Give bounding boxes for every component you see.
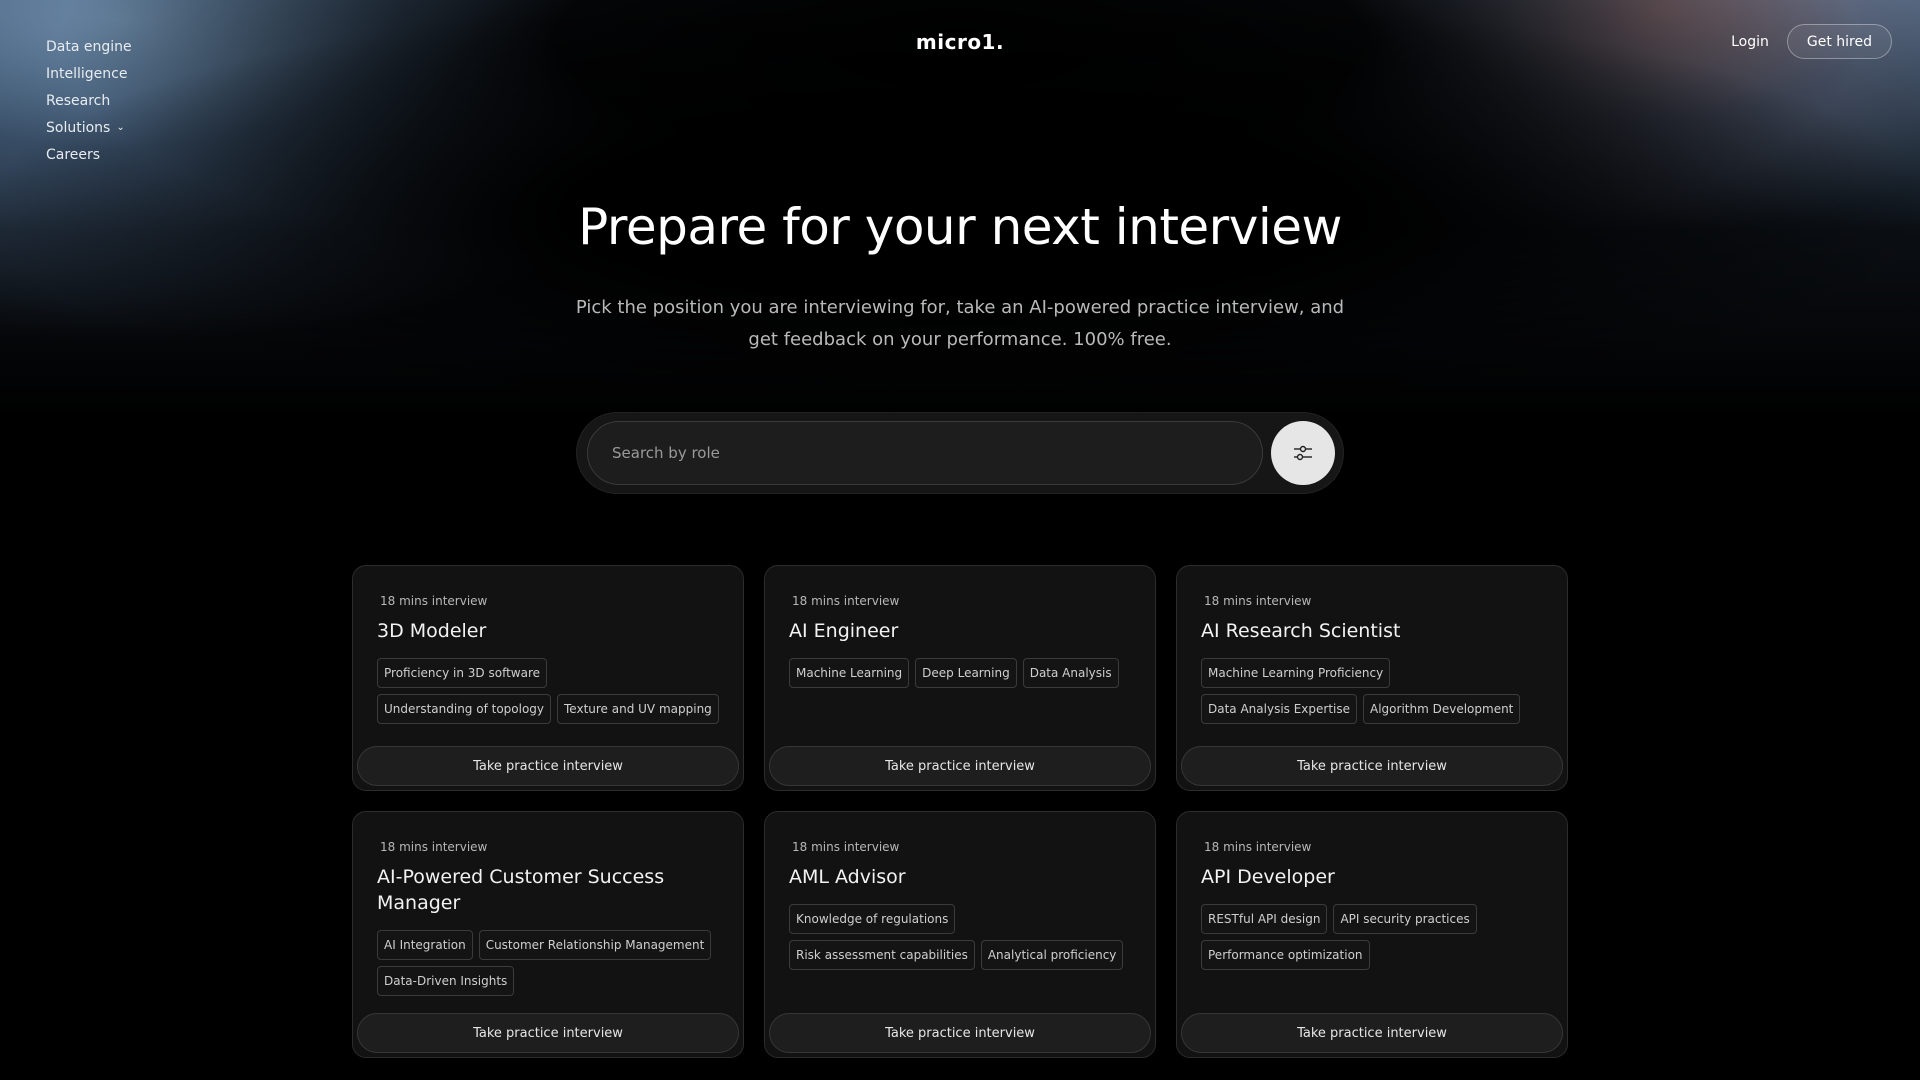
sliders-icon — [1294, 445, 1312, 461]
skill-tags: AI Integration Customer Relationship Man… — [377, 930, 727, 996]
skill-tag: Understanding of topology — [377, 694, 552, 724]
page-subtitle: Pick the position you are interviewing f… — [560, 292, 1360, 356]
chevron-down-icon: ⌄ — [116, 122, 125, 133]
interview-duration: 18 mins interview — [792, 840, 900, 854]
role-title: AI Research Scientist — [1201, 620, 1401, 642]
role-card-aml-advisor[interactable]: 18 mins interview AML Advisor Knowledge … — [764, 811, 1156, 1058]
skill-tag: Texture and UV mapping — [557, 694, 719, 724]
logo[interactable]: micro1. — [0, 30, 1920, 54]
skill-tags: RESTful API design API security practice… — [1201, 904, 1551, 970]
skill-tag: Customer Relationship Management — [478, 930, 712, 960]
role-card-ai-research-scientist[interactable]: 18 mins interview AI Research Scientist … — [1176, 565, 1568, 791]
role-title: API Developer — [1201, 866, 1335, 888]
search-bar — [576, 412, 1344, 494]
skill-tag: Machine Learning — [789, 658, 910, 688]
interview-duration: 18 mins interview — [1204, 840, 1312, 854]
role-card-ai-powered-customer-success-manager[interactable]: 18 mins interview AI-Powered Customer Su… — [352, 811, 744, 1058]
skill-tag: Algorithm Development — [1363, 694, 1521, 724]
role-title: 3D Modeler — [377, 620, 487, 642]
get-hired-button[interactable]: Get hired — [1786, 24, 1892, 59]
skill-tag: Data Analysis — [1022, 658, 1119, 688]
nav-item-intelligence[interactable]: Intelligence — [46, 61, 132, 88]
skill-tags: Machine Learning Deep Learning Data Anal… — [789, 658, 1139, 688]
interview-duration: 18 mins interview — [1204, 594, 1312, 608]
role-card-api-developer[interactable]: 18 mins interview API Developer RESTful … — [1176, 811, 1568, 1058]
subtitle-line-1: Pick the position you are interviewing f… — [575, 297, 1345, 318]
filter-button[interactable] — [1271, 421, 1335, 485]
nav-item-careers[interactable]: Careers — [46, 142, 132, 169]
main-nav: Data engine Intelligence Research Soluti… — [46, 34, 132, 169]
page-title: Prepare for your next interview — [578, 198, 1342, 256]
skill-tag: Performance optimization — [1201, 940, 1370, 970]
role-card-3d-modeler[interactable]: 18 mins interview 3D Modeler Proficiency… — [352, 565, 744, 791]
skill-tag: Data-Driven Insights — [377, 966, 515, 996]
skill-tag: API security practices — [1333, 904, 1477, 934]
nav-item-research[interactable]: Research — [46, 88, 132, 115]
skill-tag: Machine Learning Proficiency — [1201, 658, 1391, 688]
skill-tags: Proficiency in 3D software Understanding… — [377, 658, 727, 724]
take-practice-interview-button[interactable]: Take practice interview — [357, 746, 739, 786]
skill-tag: Knowledge of regulations — [789, 904, 956, 934]
interview-duration: 18 mins interview — [792, 594, 900, 608]
role-title: AML Advisor — [789, 866, 906, 888]
role-cards-grid: 18 mins interview 3D Modeler Proficiency… — [352, 565, 1568, 1058]
nav-item-label: Careers — [46, 147, 101, 163]
login-link[interactable]: Login — [1731, 34, 1769, 50]
skill-tags: Machine Learning Proficiency Data Analys… — [1201, 658, 1551, 724]
skill-tag: Data Analysis Expertise — [1201, 694, 1358, 724]
take-practice-interview-button[interactable]: Take practice interview — [357, 1013, 739, 1053]
skill-tag: RESTful API design — [1201, 904, 1328, 934]
search-input[interactable] — [587, 421, 1263, 485]
role-title: AI Engineer — [789, 620, 899, 642]
skill-tag: Analytical proficiency — [980, 940, 1124, 970]
take-practice-interview-button[interactable]: Take practice interview — [1181, 1013, 1563, 1053]
take-practice-interview-button[interactable]: Take practice interview — [769, 746, 1151, 786]
role-card-ai-engineer[interactable]: 18 mins interview AI Engineer Machine Le… — [764, 565, 1156, 791]
nav-item-label: Intelligence — [46, 66, 128, 82]
skill-tag: Deep Learning — [915, 658, 1017, 688]
take-practice-interview-button[interactable]: Take practice interview — [769, 1013, 1151, 1053]
role-title: AI-Powered Customer Success Manager — [377, 866, 665, 914]
skill-tag: Proficiency in 3D software — [377, 658, 548, 688]
skill-tag: Risk assessment capabilities — [789, 940, 975, 970]
nav-item-label: Research — [46, 93, 111, 109]
header-actions: Login Get hired — [1731, 24, 1892, 59]
nav-item-solutions[interactable]: Solutions ⌄ — [46, 115, 132, 142]
subtitle-line-2: get feedback on your performance. 100% f… — [748, 329, 1172, 350]
nav-item-label: Solutions — [46, 120, 111, 136]
skill-tag: AI Integration — [377, 930, 473, 960]
skill-tags: Knowledge of regulations Risk assessment… — [789, 904, 1139, 970]
interview-duration: 18 mins interview — [380, 840, 488, 854]
interview-duration: 18 mins interview — [380, 594, 488, 608]
take-practice-interview-button[interactable]: Take practice interview — [1181, 746, 1563, 786]
page: Data engine Intelligence Research Soluti… — [0, 0, 1920, 1080]
